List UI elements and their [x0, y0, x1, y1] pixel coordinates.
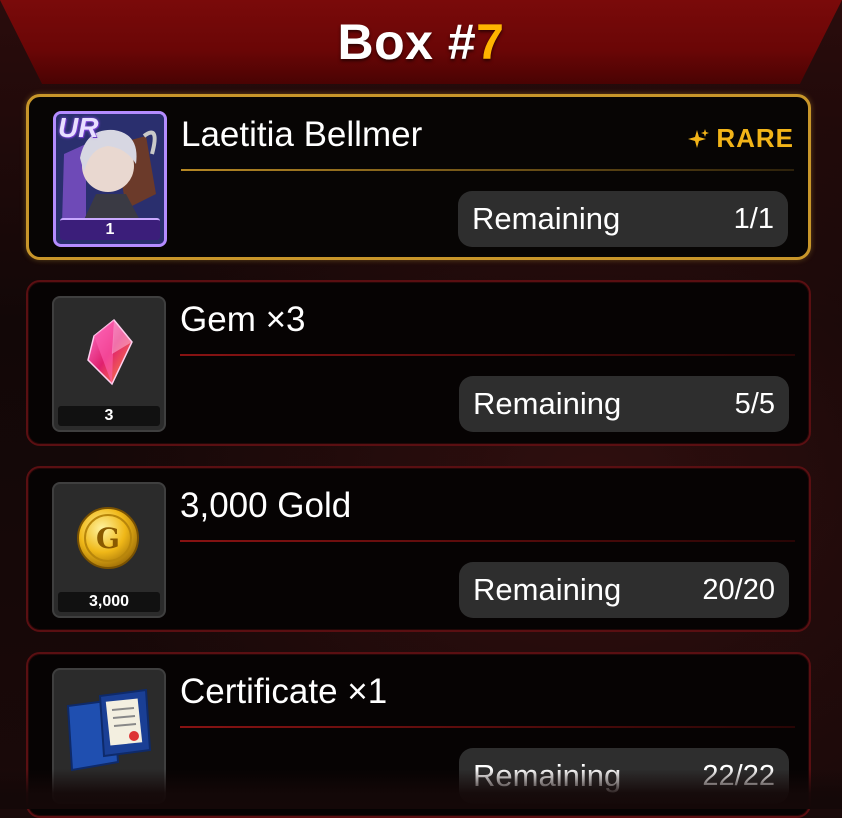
name-divider [180, 540, 795, 542]
rare-label: RARE [716, 123, 794, 153]
reward-name: Laetitia Bellmer [181, 115, 423, 154]
remaining-box: Remaining 5/5 [459, 376, 789, 432]
gold-thumbnail: G 3,000 [52, 482, 166, 618]
name-divider [180, 726, 795, 728]
remaining-value: 5/5 [734, 387, 775, 420]
reward-card-gold[interactable]: G 3,000 3,000 Gold Remaining 20/20 [26, 466, 811, 632]
reward-card-laetitia[interactable]: UR 1 Laetitia Bellmer RARE Remaining 1/1 [26, 94, 811, 260]
ur-rarity-badge: UR [58, 112, 99, 143]
character-thumbnail: UR 1 [53, 111, 167, 247]
remaining-label: Remaining [473, 572, 622, 607]
remaining-value: 1/1 [733, 202, 774, 235]
svg-text:G: G [96, 522, 120, 555]
reward-card-gem[interactable]: 3 Gem ×3 Remaining 5/5 [26, 280, 811, 446]
certificate-icon [66, 688, 152, 772]
box-number: 7 [476, 14, 505, 70]
reward-list: UR 1 Laetitia Bellmer RARE Remaining 1/1 [0, 0, 842, 818]
thumb-count: 3 [58, 406, 160, 426]
thumb-count: 1 [60, 218, 160, 240]
remaining-value: 20/20 [702, 573, 775, 606]
title-prefix: Box # [337, 14, 477, 70]
reward-name: Gem ×3 [180, 300, 306, 339]
reward-name: Certificate ×1 [180, 672, 388, 711]
rare-tag: RARE [688, 123, 794, 154]
thumb-count: 3,000 [58, 592, 160, 612]
reward-name: 3,000 Gold [180, 486, 352, 525]
remaining-box: Remaining 1/1 [458, 191, 788, 247]
remaining-label: Remaining [473, 386, 622, 421]
scroll-fade [0, 769, 842, 809]
remaining-label: Remaining [472, 201, 621, 236]
gem-icon [87, 318, 133, 386]
name-divider [181, 169, 794, 171]
page-title: Box #7 [338, 13, 505, 71]
name-divider [180, 354, 795, 356]
gem-thumbnail: 3 [52, 296, 166, 432]
remaining-box: Remaining 20/20 [459, 562, 789, 618]
gold-coin-icon: G [77, 507, 139, 569]
sparkle-icon [688, 128, 710, 148]
